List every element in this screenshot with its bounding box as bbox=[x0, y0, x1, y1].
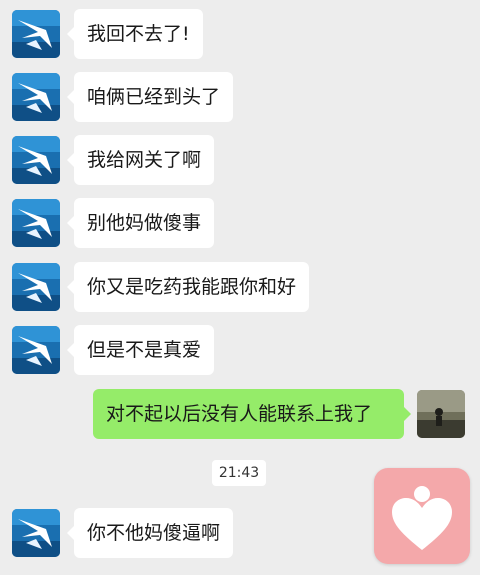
message-row: 你又是吃药我能跟你和好 bbox=[0, 261, 480, 313]
message-row: 咱俩已经到头了 bbox=[0, 71, 480, 123]
contact-avatar-icon[interactable] bbox=[12, 10, 60, 58]
message-bubble[interactable]: 我给网关了啊 bbox=[66, 135, 215, 185]
contact-avatar-icon[interactable] bbox=[12, 509, 60, 557]
message-row: 别他妈做傻事 bbox=[0, 197, 480, 249]
message-bubble[interactable]: 咱俩已经到头了 bbox=[66, 72, 234, 122]
message-bubble[interactable]: 你不他妈傻逼啊 bbox=[66, 508, 234, 558]
contact-avatar-icon[interactable] bbox=[12, 136, 60, 184]
own-avatar-icon[interactable] bbox=[417, 390, 465, 438]
message-bubble[interactable]: 对不起以后没有人能联系上我了 bbox=[93, 389, 411, 439]
message-bubble[interactable]: 别他妈做傻事 bbox=[66, 198, 215, 248]
message-timestamp: 21:43 bbox=[212, 460, 266, 486]
contact-avatar-icon[interactable] bbox=[12, 199, 60, 247]
heart-person-icon[interactable] bbox=[374, 468, 470, 564]
message-bubble[interactable]: 但是不是真爱 bbox=[66, 325, 215, 375]
contact-avatar-icon[interactable] bbox=[12, 263, 60, 311]
contact-avatar-icon[interactable] bbox=[12, 326, 60, 374]
message-row: 但是不是真爱 bbox=[0, 324, 480, 376]
contact-avatar-icon[interactable] bbox=[12, 73, 60, 121]
message-row: 我回不去了! bbox=[0, 8, 480, 60]
message-row: 我给网关了啊 bbox=[0, 134, 480, 186]
message-bubble[interactable]: 我回不去了! bbox=[67, 9, 203, 59]
message-bubble[interactable]: 你又是吃药我能跟你和好 bbox=[66, 262, 310, 312]
message-row: 对不起以后没有人能联系上我了 bbox=[0, 388, 480, 440]
